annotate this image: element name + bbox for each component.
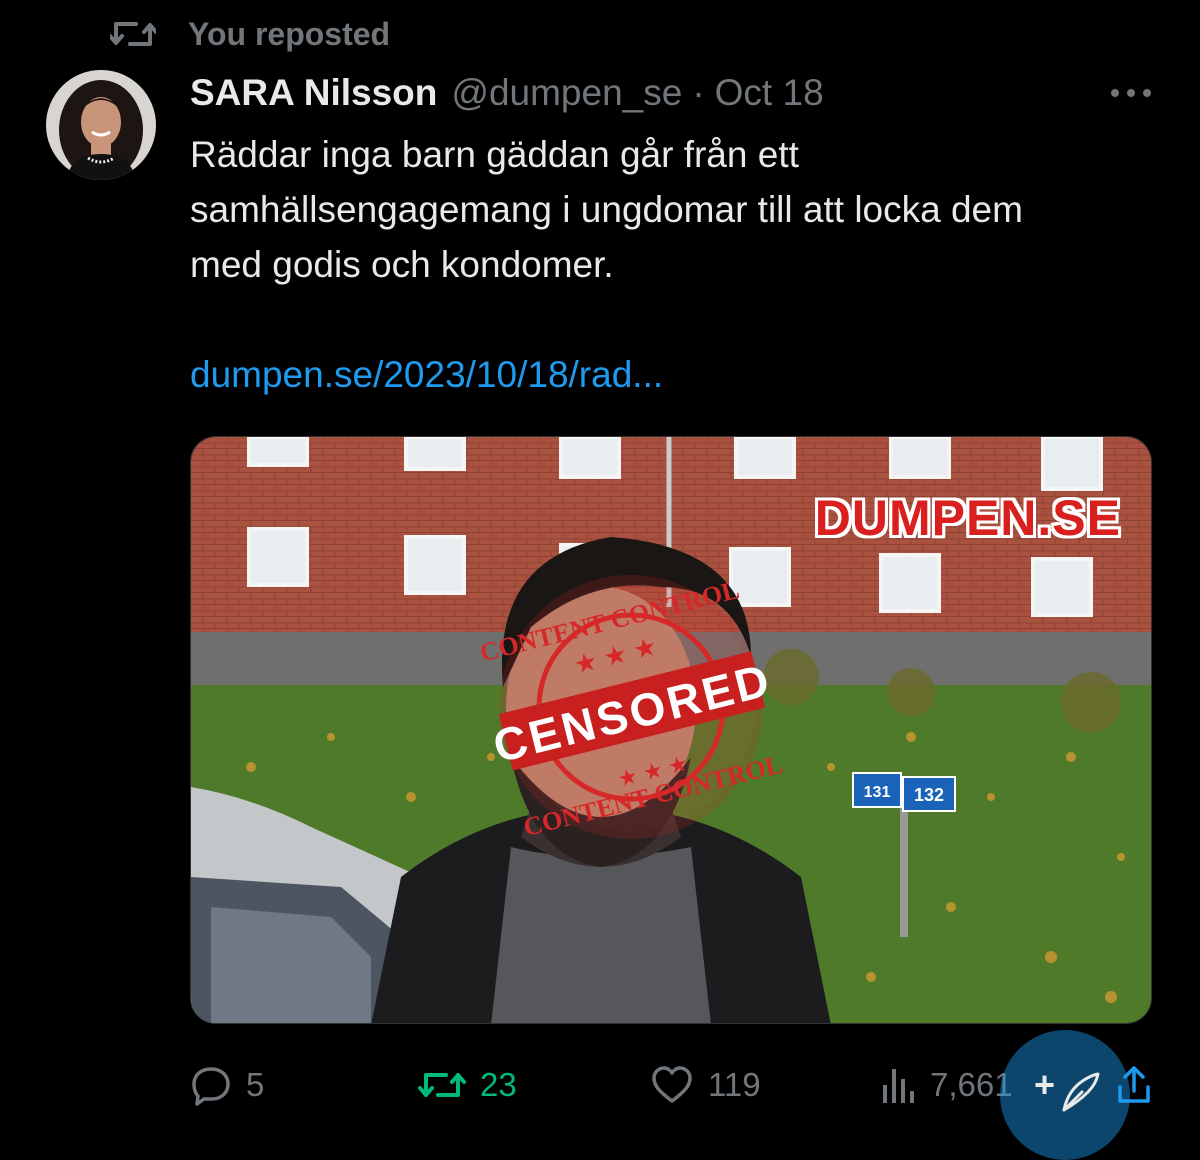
reply-button[interactable]: 5 (190, 1060, 264, 1110)
tweet-media-image[interactable]: 131 132 CONTENT CONTROL CENSORED CONTENT… (190, 436, 1152, 1024)
reply-icon (192, 1067, 230, 1106)
repost-banner: You reposted (110, 14, 390, 54)
author-handle[interactable]: @dumpen_se (451, 72, 682, 114)
tweet-date[interactable]: Oct 18 (715, 72, 824, 114)
compose-feather-icon (1062, 1072, 1100, 1112)
tweet-header: SARA Nilsson @dumpen_se · Oct 18 (190, 70, 824, 116)
retweet-icon (110, 22, 156, 46)
compose-plus: + (1034, 1064, 1056, 1105)
tweet-text: Räddar inga barn gäddan går från ett sam… (190, 127, 1170, 292)
views-button[interactable]: 7,661 (880, 1060, 1013, 1110)
sign-number-left: 131 (864, 784, 891, 801)
tweet-text-line: med godis och kondomer. (190, 244, 614, 285)
repost-button[interactable]: 23 (418, 1060, 517, 1110)
more-options-icon[interactable] (1108, 80, 1154, 106)
views-chart-icon (883, 1069, 914, 1103)
retweet-icon (418, 1073, 466, 1097)
repost-label: You reposted (188, 15, 391, 52)
like-count: 119 (708, 1066, 761, 1103)
repost-count: 23 (480, 1066, 517, 1103)
tweet-link[interactable]: dumpen.se/2023/10/18/rad... (190, 347, 663, 402)
reply-count: 5 (246, 1066, 265, 1103)
compose-button[interactable]: + (1000, 1030, 1130, 1160)
tweet-text-line: Räddar inga barn gäddan går från ett (190, 134, 799, 175)
header-separator: · (692, 72, 705, 113)
tweet-text-line: samhällsengagemang i ungdomar till att l… (190, 189, 1023, 230)
avatar[interactable] (46, 70, 156, 180)
media-watermark: DUMPEN.SE (814, 490, 1121, 546)
like-button[interactable]: 119 (650, 1060, 761, 1110)
heart-icon (652, 1066, 692, 1103)
sign-number-right: 132 (914, 785, 944, 805)
author-name[interactable]: SARA Nilsson (190, 72, 437, 114)
